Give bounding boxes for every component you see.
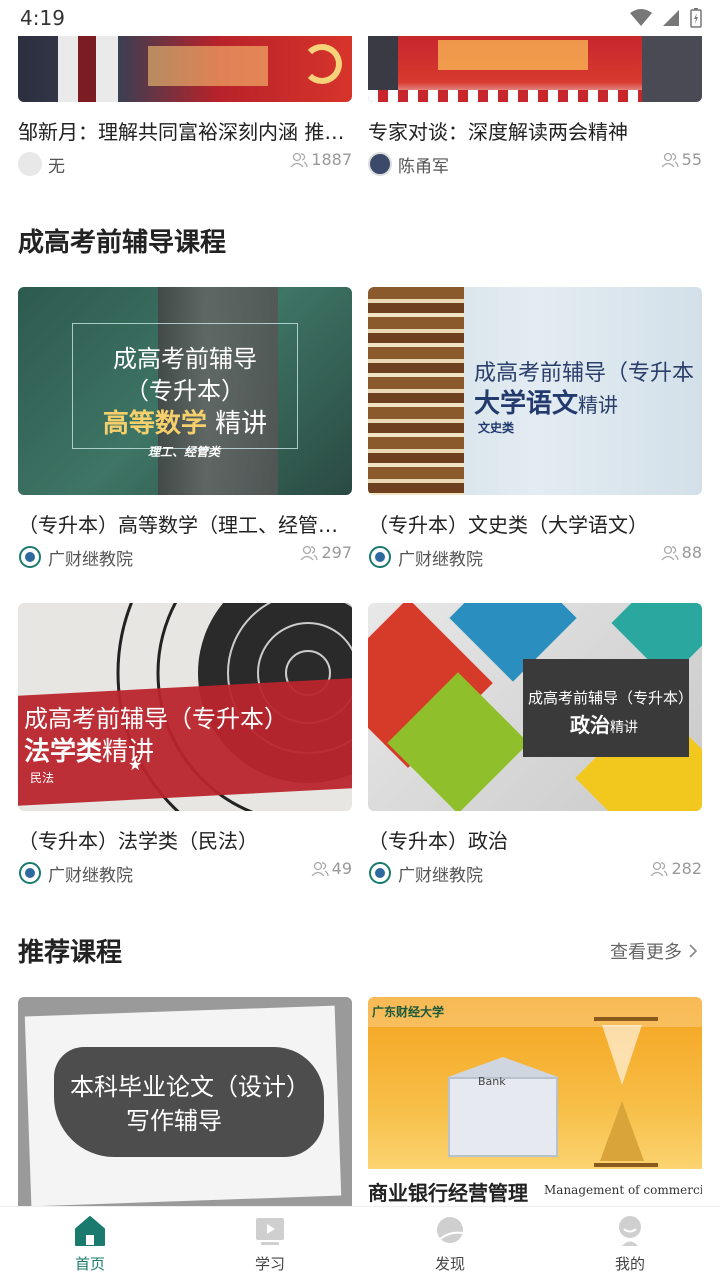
people-icon: [650, 861, 669, 876]
tab-profile[interactable]: 我的: [540, 1207, 720, 1280]
view-count-value: 1887: [311, 150, 352, 169]
home-feed[interactable]: 邹新月：理解共同富裕深刻内涵 推… 无 1887 专家对谈：深度解读两会精神 陈…: [0, 36, 720, 1206]
signal-icon: [663, 10, 679, 26]
people-icon: [311, 861, 329, 876]
view-count-value: 282: [671, 859, 702, 878]
thumb-line1: 商业银行经营管理: [368, 1181, 528, 1205]
course-meta: 无 1887: [18, 150, 352, 178]
status-icons: [630, 8, 702, 28]
course-thumbnail: 成高考前辅导（专升本 大学语文精讲 文史类: [368, 287, 702, 495]
thumb-line3: 文史类: [478, 421, 515, 435]
course-thumbnail: 本科毕业论文（设计） 写作辅导: [18, 997, 352, 1206]
view-count-value: 297: [321, 543, 352, 562]
section-title-exam: 成高考前辅导课程: [18, 228, 227, 258]
course-meta: 广财继教院 49: [18, 859, 352, 887]
people-icon: [661, 152, 679, 167]
tab-home[interactable]: 首页: [0, 1207, 180, 1280]
view-count: 55: [661, 150, 702, 169]
course-meta: 广财继教院 282: [368, 859, 702, 887]
course-thumbnail: 成高考前辅导（专升本） 法学类精讲 民法 ★: [18, 603, 352, 811]
thumb-line2: （专升本）: [125, 377, 245, 405]
school-logo-icon: [19, 862, 41, 884]
author-name: 无: [48, 157, 65, 177]
star-icon: ★: [128, 755, 143, 774]
people-icon: [661, 545, 679, 560]
thumb-line3: 民法: [30, 771, 55, 785]
view-count: 49: [311, 859, 352, 878]
view-count: 1887: [290, 150, 352, 169]
thumb-line1: 本科毕业论文（设计）: [70, 1073, 310, 1101]
play-video-icon: [256, 1218, 284, 1245]
thumb-suffix: 精讲: [610, 720, 638, 736]
bank-label: Bank: [478, 1075, 506, 1088]
tab-study[interactable]: 学习: [180, 1207, 360, 1280]
school-logo-icon: [369, 546, 391, 568]
thumb-highlight: 高等数学: [102, 409, 207, 439]
school-logo-icon: [19, 546, 41, 568]
course-meta: 陈甬军 55: [368, 150, 702, 178]
school-logo-icon: [369, 862, 391, 884]
battery-icon: [690, 8, 702, 28]
course-thumbnail: [368, 36, 702, 102]
tab-discover[interactable]: 发现: [360, 1207, 540, 1280]
status-time: 4:19: [20, 6, 65, 30]
tab-label: 首页: [74, 1255, 105, 1273]
author-name: 广财继教院: [398, 550, 483, 570]
view-count: 88: [661, 543, 702, 562]
course-thumbnail: 广东财经大学 Bank 商业银行经营管理 Management of comme…: [368, 997, 702, 1206]
thumb-highlight: 政治: [570, 713, 610, 737]
course-thumbnail: [18, 36, 352, 102]
course-title: （专升本）高等数学（理工、经管…: [18, 513, 338, 537]
view-count-value: 88: [681, 543, 702, 562]
course-title: （专升本）文史类（大学语文）: [368, 513, 648, 537]
discover-icon: [437, 1217, 464, 1243]
course-title: （专升本）法学类（民法）: [18, 829, 258, 853]
home-icon: [75, 1216, 105, 1246]
tab-label: 我的: [614, 1255, 645, 1273]
chevron-right-icon: [689, 944, 698, 958]
course-title: 邹新月：理解共同富裕深刻内涵 推…: [18, 120, 345, 144]
course-title: （专升本）政治: [368, 829, 508, 853]
view-count: 282: [650, 859, 702, 878]
view-count-value: 55: [681, 150, 702, 169]
thumb-highlight: 大学语文: [474, 389, 579, 419]
thumb-line2: 写作辅导: [126, 1107, 222, 1135]
thumb-highlight: 法学类: [24, 737, 103, 767]
tab-label: 发现: [434, 1255, 465, 1273]
thumb-suffix: 精讲: [578, 393, 619, 417]
people-icon: [290, 152, 308, 167]
status-bar: 4:19: [0, 0, 720, 36]
author-name: 陈甬军: [398, 157, 449, 177]
section-title-recommend: 推荐课程: [18, 938, 123, 968]
thumb-line4: 理工、经管类: [148, 445, 221, 459]
thumb-line1: 成高考前辅导: [113, 345, 257, 373]
course-thumbnail: 成高考前辅导（专升本） 政治精讲: [368, 603, 702, 811]
user-icon: [619, 1216, 641, 1246]
course-title: 专家对谈：深度解读两会精神: [368, 120, 628, 144]
thumb-suffix: 精讲: [206, 409, 268, 439]
tab-label: 学习: [254, 1255, 285, 1273]
thumb-line2: 大学语文精讲: [474, 383, 618, 420]
people-icon: [300, 545, 319, 560]
author-name: 广财继教院: [398, 866, 483, 886]
course-meta: 广财继教院 297: [18, 543, 352, 571]
view-count: 297: [300, 543, 352, 562]
avatar: [368, 152, 392, 176]
wifi-icon: [630, 9, 652, 26]
author-name: 广财继教院: [48, 866, 133, 886]
thumb-line1: 成高考前辅导（专升本）: [24, 705, 288, 733]
bottom-tab-bar: 首页 学习 发现 我的: [0, 1206, 720, 1280]
thumb-line2: Management of commercial ban: [544, 1183, 702, 1197]
school-name: 广东财经大学: [372, 1005, 445, 1019]
course-meta: 广财继教院 88: [368, 543, 702, 571]
see-more-label: 查看更多: [610, 942, 682, 963]
see-more-link[interactable]: 查看更多: [610, 938, 698, 964]
thumb-line3: 高等数学 精讲: [18, 403, 352, 440]
avatar: [18, 152, 42, 176]
author-name: 广财继教院: [48, 550, 133, 570]
course-thumbnail: 成高考前辅导 （专升本） 高等数学 精讲 理工、经管类: [18, 287, 352, 495]
thumb-line1: 成高考前辅导（专升本）: [528, 689, 694, 707]
thumb-line2: 政治精讲: [570, 709, 638, 738]
view-count-value: 49: [331, 859, 352, 878]
